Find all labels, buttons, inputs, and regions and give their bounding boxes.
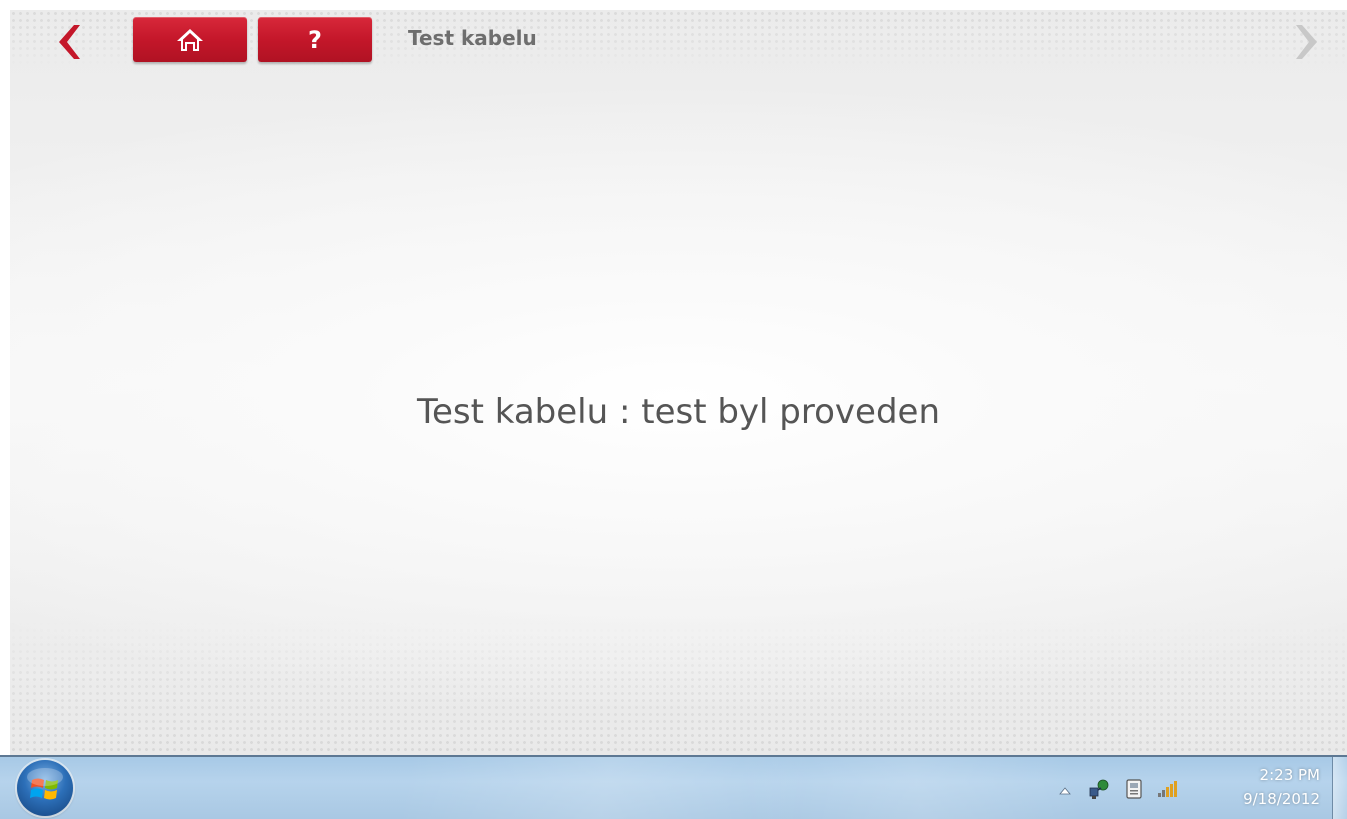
show-desktop-button[interactable] bbox=[1332, 757, 1347, 819]
signal-strength-icon bbox=[1158, 781, 1177, 797]
chevron-right-icon bbox=[1296, 25, 1317, 59]
windows-start-orb-icon bbox=[27, 768, 63, 800]
screen-left-border bbox=[0, 0, 10, 755]
tray-device[interactable] bbox=[1122, 777, 1146, 801]
start-button[interactable] bbox=[17, 760, 73, 816]
app-window: ? Test kabelu Test kabelu : test byl pro… bbox=[10, 10, 1347, 755]
chevron-left-icon bbox=[59, 25, 80, 59]
home-icon bbox=[177, 28, 203, 51]
show-hidden-icons-button[interactable] bbox=[1057, 784, 1073, 796]
system-clock[interactable]: 2:23 PM 9/18/2012 bbox=[1210, 763, 1320, 811]
tray-signal[interactable] bbox=[1155, 777, 1179, 801]
home-button[interactable] bbox=[133, 17, 247, 62]
help-label: ? bbox=[308, 25, 322, 54]
help-button[interactable]: ? bbox=[258, 17, 372, 62]
taskbar: 2:23 PM 9/18/2012 bbox=[0, 755, 1347, 819]
back-button[interactable] bbox=[50, 22, 84, 62]
tray-network[interactable] bbox=[1087, 777, 1111, 801]
chevron-up-icon bbox=[1059, 787, 1071, 795]
status-message: Test kabelu : test byl proveden bbox=[416, 392, 940, 432]
forward-button[interactable] bbox=[1292, 22, 1326, 62]
page-title: Test kabelu bbox=[408, 26, 537, 50]
device-icon bbox=[1126, 779, 1142, 799]
network-icon bbox=[1089, 779, 1109, 799]
screen: ? Test kabelu Test kabelu : test byl pro… bbox=[0, 0, 1347, 819]
clock-time: 2:23 PM bbox=[1259, 766, 1320, 784]
dot-pattern-bottom bbox=[10, 620, 1347, 755]
clock-date: 9/18/2012 bbox=[1243, 790, 1320, 808]
